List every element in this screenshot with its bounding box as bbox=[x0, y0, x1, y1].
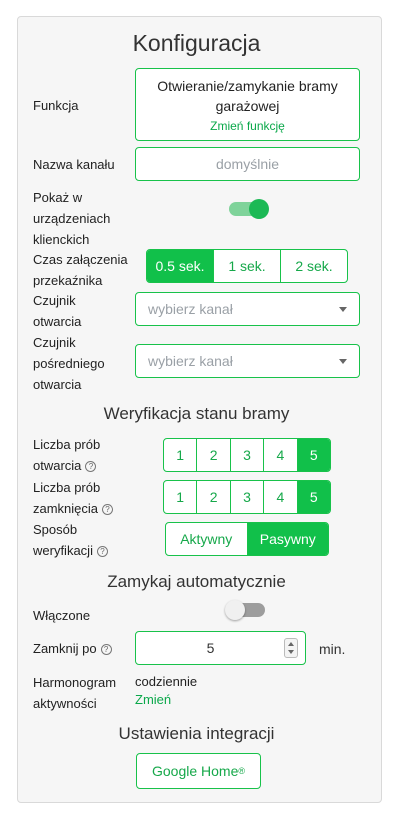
close-after-label-text: Zamknij po bbox=[33, 641, 97, 656]
open-attempts-label: Liczba prób otwarcia? bbox=[33, 434, 133, 476]
auto-close-enabled-label: Włączone bbox=[33, 608, 91, 623]
page-title: Konfiguracja bbox=[132, 30, 261, 56]
close-after-label: Zamknij po? bbox=[33, 638, 112, 659]
question-circle-icon[interactable]: ? bbox=[96, 546, 108, 557]
open-sensor-select[interactable]: wybierz kanał bbox=[135, 292, 360, 326]
relay-time-option-0-5[interactable]: 0.5 sek. bbox=[147, 250, 213, 282]
close-attempts-option-5[interactable]: 5 bbox=[296, 481, 330, 513]
verification-section-title: Weryfikacja stanu bramy bbox=[103, 404, 290, 423]
toggle-knob bbox=[225, 600, 245, 620]
open-attempts-option-2[interactable]: 2 bbox=[196, 439, 229, 471]
close-after-unit: min. bbox=[319, 641, 346, 657]
close-attempts-option-1[interactable]: 1 bbox=[164, 481, 196, 513]
question-circle-icon[interactable]: ? bbox=[85, 461, 97, 472]
auto-close-toggle[interactable] bbox=[225, 600, 265, 620]
google-home-button[interactable]: Google Home ® bbox=[136, 753, 261, 789]
verification-method-selector: Aktywny Pasywny bbox=[165, 522, 329, 556]
question-circle-icon[interactable]: ? bbox=[100, 644, 112, 655]
open-sensor-placeholder: wybierz kanał bbox=[148, 301, 233, 317]
close-after-value: 5 bbox=[206, 640, 215, 656]
show-in-clients-toggle[interactable] bbox=[229, 199, 269, 219]
function-label: Funkcja bbox=[33, 98, 79, 113]
method-option-active[interactable]: Aktywny bbox=[166, 523, 247, 555]
channel-name-placeholder: domyślnie bbox=[215, 156, 280, 172]
open-attempts-option-4[interactable]: 4 bbox=[263, 439, 296, 471]
registered-mark: ® bbox=[238, 766, 246, 776]
channel-name-label: Nazwa kanału bbox=[33, 157, 115, 172]
partial-sensor-select[interactable]: wybierz kanał bbox=[135, 344, 360, 378]
schedule-value: codziennie bbox=[135, 674, 198, 689]
close-attempts-option-4[interactable]: 4 bbox=[263, 481, 296, 513]
close-after-input[interactable]: 5 bbox=[135, 631, 306, 665]
close-attempts-label: Liczba prób zamknięcia? bbox=[33, 477, 133, 519]
verification-method-label: Sposób weryfikacji? bbox=[33, 519, 133, 561]
function-box: Otwieranie/zamykanie bramy garażowej Zmi… bbox=[135, 68, 360, 141]
partial-sensor-label: Czujnik pośredniego otwarcia bbox=[33, 335, 105, 392]
function-value: Otwieranie/zamykanie bramy garażowej bbox=[157, 78, 338, 114]
open-sensor-label: Czujnik otwarcia bbox=[33, 293, 82, 329]
method-option-passive[interactable]: Pasywny bbox=[246, 523, 328, 555]
schedule-label: Harmonogram aktywności bbox=[33, 675, 117, 711]
open-attempts-option-5[interactable]: 5 bbox=[296, 439, 330, 471]
schedule-change-link[interactable]: Zmień bbox=[135, 692, 171, 707]
show-in-clients-label: Pokaż w urządzeniach klienckich bbox=[33, 190, 111, 247]
channel-name-input[interactable]: domyślnie bbox=[135, 147, 360, 181]
question-circle-icon[interactable]: ? bbox=[102, 504, 114, 515]
integrations-section-title: Ustawienia integracji bbox=[118, 724, 275, 743]
relay-time-option-1[interactable]: 1 sek. bbox=[213, 250, 280, 282]
chevron-down-icon bbox=[339, 307, 347, 312]
relay-time-option-2[interactable]: 2 sek. bbox=[280, 250, 347, 282]
change-function-link[interactable]: Zmień funkcję bbox=[136, 119, 359, 133]
close-attempts-selector: 1 2 3 4 5 bbox=[163, 480, 331, 514]
chevron-down-icon bbox=[339, 359, 347, 364]
relay-time-selector: 0.5 sek. 1 sek. 2 sek. bbox=[146, 249, 348, 283]
relay-time-label: Czas załączenia przekaźnika bbox=[33, 252, 128, 288]
open-attempts-option-1[interactable]: 1 bbox=[164, 439, 196, 471]
close-attempts-option-2[interactable]: 2 bbox=[196, 481, 229, 513]
close-attempts-option-3[interactable]: 3 bbox=[229, 481, 263, 513]
open-attempts-option-3[interactable]: 3 bbox=[229, 439, 263, 471]
close-attempts-label-text: Liczba prób zamknięcia bbox=[33, 480, 101, 516]
toggle-knob bbox=[249, 199, 269, 219]
verification-method-label-text: Sposób weryfikacji bbox=[33, 522, 93, 558]
partial-sensor-placeholder: wybierz kanał bbox=[148, 353, 233, 369]
google-home-label: Google Home bbox=[151, 763, 239, 779]
auto-close-section-title: Zamykaj automatycznie bbox=[107, 572, 286, 591]
open-attempts-selector: 1 2 3 4 5 bbox=[163, 438, 331, 472]
stepper-icon[interactable] bbox=[284, 638, 298, 658]
